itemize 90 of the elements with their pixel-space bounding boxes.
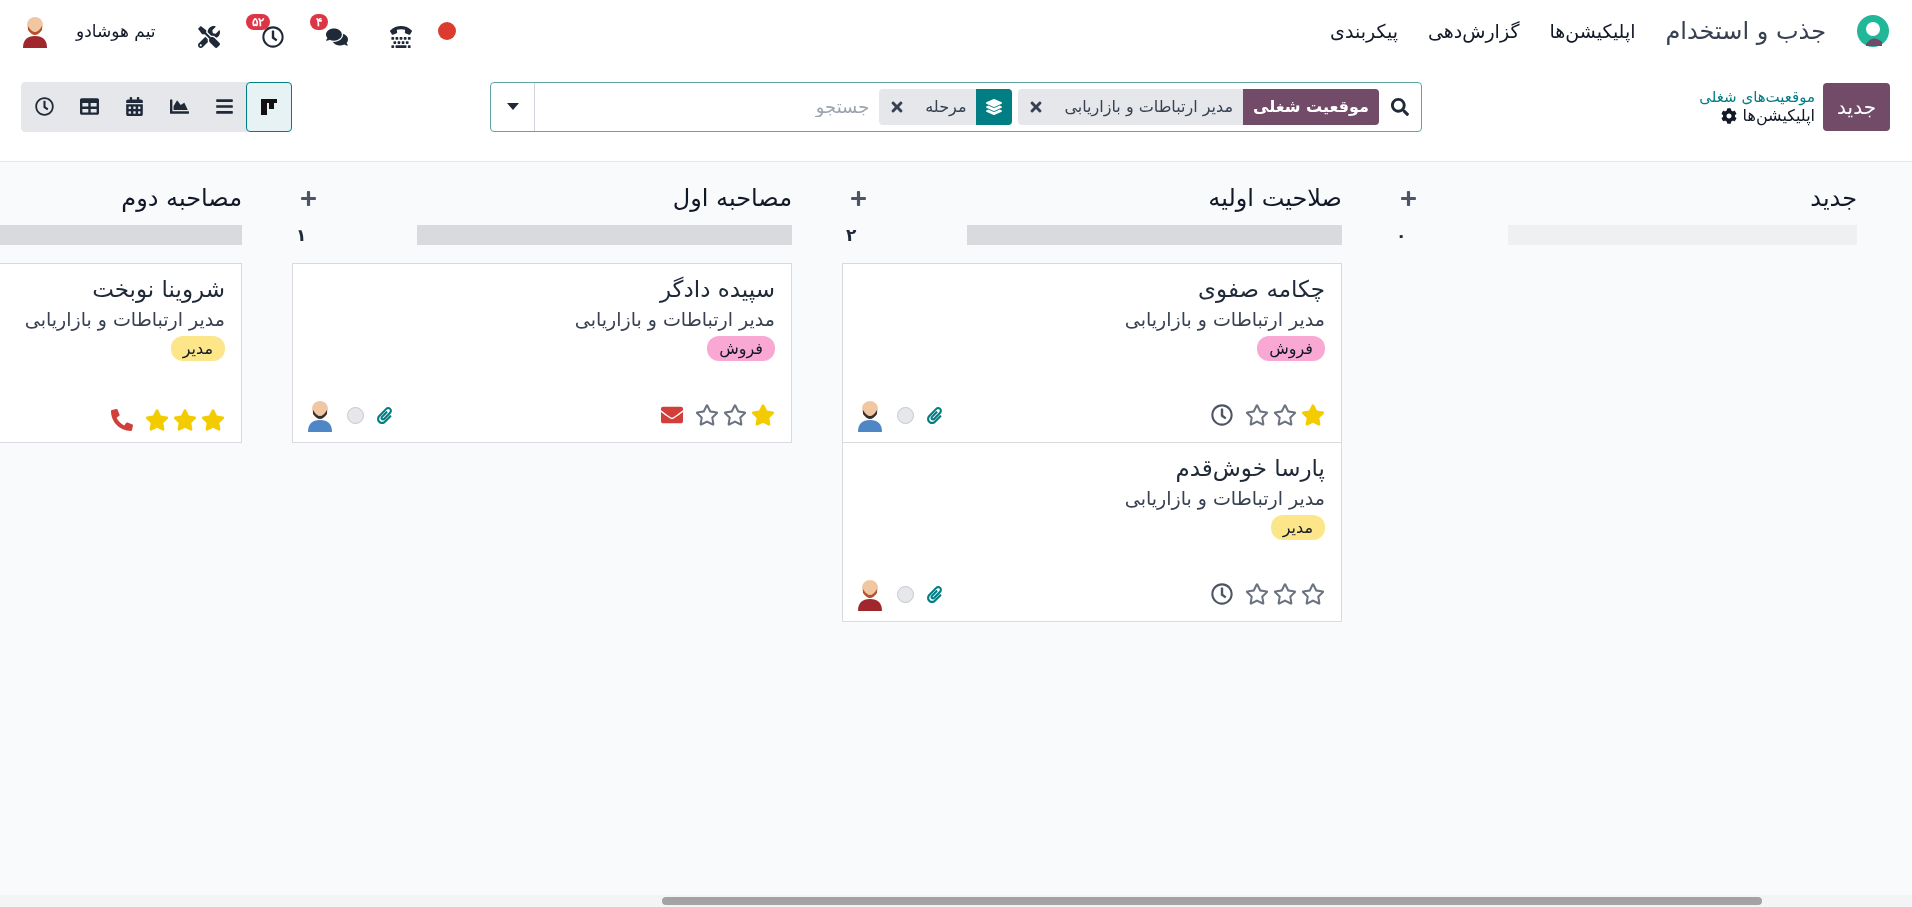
new-button[interactable]: جدید (1823, 82, 1890, 131)
search-bar[interactable]: موقعیت شغلی مدیر ارتباطات و بازاریابی مرحله جستجو (490, 81, 1422, 132)
counter-badge: ۴ (309, 14, 328, 30)
avatar-icon (20, 14, 50, 48)
kanban-view-button[interactable] (246, 81, 292, 132)
applicant-name: چکامه صفوی (1197, 276, 1325, 302)
star-icon[interactable] (1245, 582, 1269, 606)
breadcrumb-current: اپلیکیشن‌ها (1742, 106, 1816, 125)
envelope-icon[interactable] (661, 404, 683, 426)
calendar-icon (124, 97, 144, 116)
applicant-card[interactable]: چکامه صفوی مدیر ارتباطات و بازاریابی فروش (842, 263, 1342, 443)
caret-icon (506, 103, 519, 110)
clock-icon (34, 97, 54, 116)
job-title: مدیر ارتباطات و بازاریابی (1123, 487, 1325, 509)
column-title: مصاحبه دوم (121, 184, 242, 212)
app-logo-icon[interactable] (1856, 14, 1890, 48)
paperclip-icon[interactable] (376, 406, 393, 424)
menu-item[interactable]: پیکربندی (1330, 20, 1398, 42)
menu-item[interactable]: گزارش‌دهی (1427, 20, 1520, 42)
list-view-button[interactable] (201, 81, 247, 132)
list-icon (214, 97, 234, 116)
menu-item[interactable]: اپلیکیشن‌ها (1549, 20, 1636, 42)
star-icon[interactable] (145, 408, 169, 432)
avatar-icon (855, 577, 885, 611)
column-count: ۱ (295, 225, 307, 245)
priority-stars[interactable] (1245, 403, 1325, 427)
facet-label: موقعیت شغلی (1243, 88, 1379, 125)
star-icon[interactable] (1301, 582, 1325, 606)
clock-icon[interactable] (1211, 583, 1233, 605)
search-icon[interactable] (1391, 97, 1409, 116)
status-dot[interactable] (347, 406, 364, 424)
kanban-icon (259, 96, 279, 117)
star-icon[interactable] (1245, 403, 1269, 427)
column-title: جدید (1810, 184, 1857, 212)
star-icon[interactable] (173, 408, 197, 432)
job-title: مدیر ارتباطات و بازاریابی (23, 308, 225, 330)
star-icon[interactable] (723, 403, 747, 427)
search-input[interactable]: جستجو (535, 82, 874, 131)
facet-value: مرحله (924, 97, 968, 116)
clock-icon (261, 26, 284, 48)
tag: مدیر (170, 336, 225, 361)
breadcrumb-link[interactable]: موقعیت‌های شغلی (1699, 88, 1816, 106)
applicant-card[interactable]: شروینا نوبخت مدیر ارتباطات و بازاریابی مدیر (0, 263, 242, 443)
applicant-name: پارسا خوش‌قدم (1174, 455, 1325, 481)
column-title: مصاحبه اول (672, 184, 792, 212)
status-dot[interactable] (897, 406, 914, 424)
activities-button[interactable]: ۵۲ (245, 14, 284, 48)
applicant-name: شروینا نوبخت (91, 276, 225, 302)
area-chart-icon (169, 97, 189, 116)
tag: فروش (1257, 336, 1325, 361)
star-icon[interactable] (695, 403, 719, 427)
table-icon (79, 97, 99, 116)
priority-stars[interactable] (695, 403, 775, 427)
app-name[interactable]: جذب و استخدام (1665, 17, 1826, 45)
priority-stars[interactable] (145, 408, 225, 432)
record-indicator-icon[interactable] (437, 22, 456, 40)
clock-icon[interactable] (1211, 404, 1233, 426)
messages-button[interactable]: ۴ (309, 14, 348, 48)
activity-view-button[interactable] (21, 81, 67, 132)
scrollbar-thumb[interactable] (662, 897, 1762, 905)
star-icon[interactable] (1301, 403, 1325, 427)
avatar-icon (855, 398, 885, 432)
column-count: ۲ (845, 225, 857, 245)
star-icon[interactable] (201, 408, 225, 432)
settings-icon[interactable] (1720, 107, 1737, 124)
job-title: مدیر ارتباطات و بازاریابی (1123, 308, 1325, 330)
phone-icon[interactable] (111, 409, 133, 431)
facet-value: مدیر ارتباطات و بازاریابی (1063, 97, 1235, 116)
tag: مدیر (1270, 515, 1325, 540)
telephone-icon (389, 26, 412, 48)
avatar-icon (305, 398, 335, 432)
applicant-card[interactable]: پارسا خوش‌قدم مدیر ارتباطات و بازاریابی مدیر (842, 442, 1342, 622)
user-name[interactable]: تیم هوشادو (76, 21, 156, 41)
layers-icon (986, 98, 1003, 115)
applicant-card[interactable]: سپیده دادگر مدیر ارتباطات و بازاریابی فروش (292, 263, 792, 443)
applicant-name: سپیده دادگر (658, 276, 775, 302)
star-icon[interactable] (1273, 582, 1297, 606)
status-dot[interactable] (897, 585, 914, 603)
job-title: مدیر ارتباطات و بازاریابی (573, 308, 775, 330)
tag: فروش (707, 336, 775, 361)
paperclip-icon[interactable] (926, 406, 943, 424)
priority-stars[interactable] (1245, 582, 1325, 606)
column-count: ۰ (1395, 225, 1407, 245)
star-icon[interactable] (751, 403, 775, 427)
star-icon[interactable] (1273, 403, 1297, 427)
tools-icon (197, 26, 220, 48)
column-title: صلاحیت اولیه (1208, 184, 1342, 212)
chat-bubbles-icon (325, 26, 348, 48)
paperclip-icon[interactable] (926, 585, 943, 603)
counter-badge: ۵۲ (245, 14, 270, 30)
